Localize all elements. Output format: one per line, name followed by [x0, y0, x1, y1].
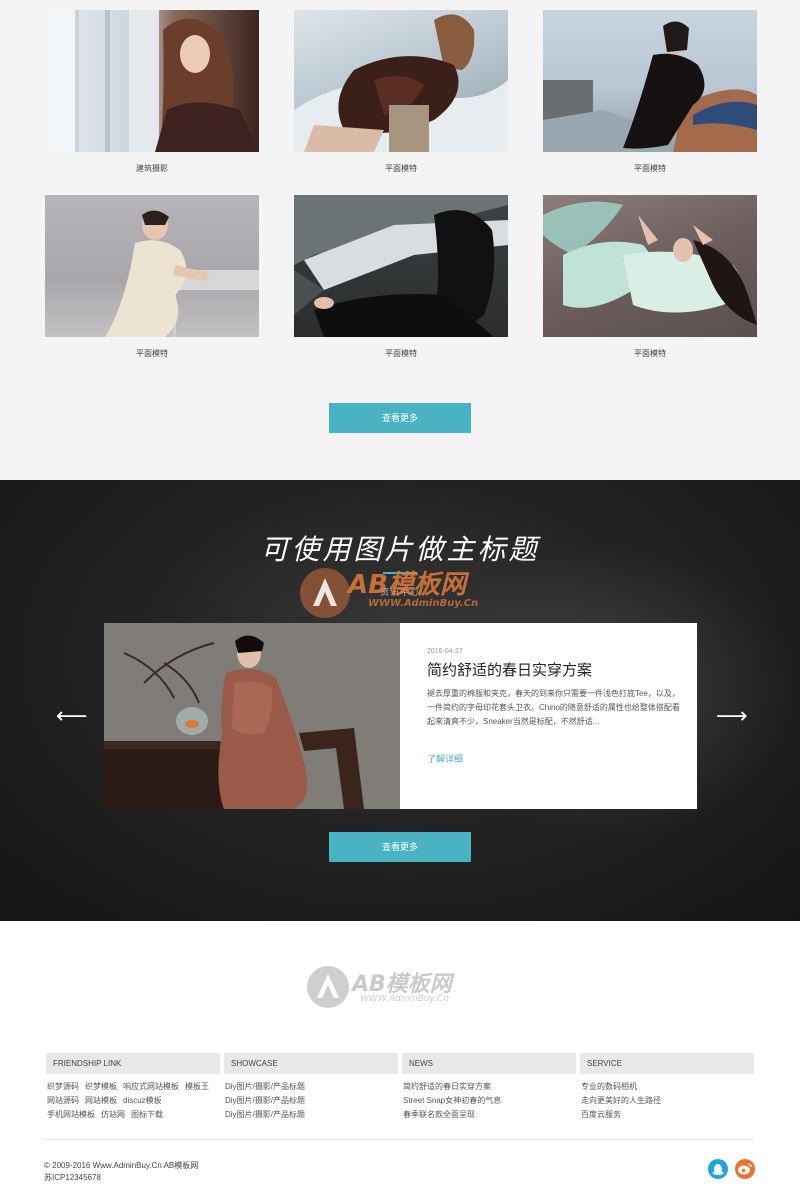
- site-footer: AB模板网 WWW.AdminBuy.Cn FRIENDSHIP LINK 织梦…: [0, 921, 800, 1203]
- column-heading: NEWS: [402, 1053, 576, 1074]
- gallery-card[interactable]: 平面模特: [45, 195, 259, 360]
- gallery-photo[interactable]: [45, 195, 259, 337]
- featured-section: 可使用图片做主标题 资讯中心 AB模板网 WWW.AdminBuy.Cn 201…: [0, 480, 800, 921]
- watermark-url: WWW.AdminBuy.Cn: [368, 598, 479, 609]
- gallery-photo[interactable]: [543, 10, 757, 152]
- watermark-emblem-icon: [300, 568, 350, 618]
- read-more-link[interactable]: 了解详细: [427, 752, 463, 765]
- icp-license[interactable]: 苏ICP12345678: [44, 1172, 198, 1184]
- column-links: 织梦源码 织梦模板 响应式网站模板 模板王网站源码 网站模板 discuz模板手机网站模板…: [46, 1074, 220, 1122]
- gallery-photo[interactable]: [45, 10, 259, 152]
- slide-image[interactable]: [104, 623, 400, 809]
- footer-link[interactable]: 走向更美好的人生路径: [581, 1094, 748, 1108]
- gallery-caption[interactable]: 平面模特: [543, 163, 757, 175]
- slide-date: 2016-04-27: [427, 648, 463, 655]
- gallery-card[interactable]: 平面模特: [543, 10, 757, 175]
- column-links: 专业的数码相机 走向更美好的人生路径 百度云服务: [580, 1074, 754, 1122]
- footer-link[interactable]: 春季联名款全面呈现: [403, 1108, 570, 1122]
- gallery-photo[interactable]: [543, 195, 757, 337]
- news-slide[interactable]: 2016-04-27 简约舒适的春日实穿方案 褪去厚重的棉服和夹克，春天的到来你…: [104, 623, 697, 809]
- model-photo-image: [105, 210, 259, 337]
- gallery-caption[interactable]: 平面模特: [543, 348, 757, 360]
- slide-prev-arrow-icon[interactable]: ⟵: [56, 705, 88, 727]
- column-links: 简约舒适的春日实穿方案 Street Snap女神初春的气息 春季联名款全面呈现: [402, 1074, 576, 1122]
- logo-emblem-icon: [307, 966, 349, 1008]
- watermark-text: AB模板网: [348, 570, 466, 600]
- model-photo-image: [45, 10, 259, 152]
- gallery-card[interactable]: 平面模特: [294, 10, 508, 175]
- gallery-section: 建筑摄影 平面模特 平面模特 平面模特 平面模特 平面模特 查看更多: [0, 0, 800, 480]
- column-links: Diy图片/摄影/产品标题 Diy图片/摄影/产品标题 Diy图片/摄影/产品标…: [224, 1074, 398, 1122]
- model-photo-image: [543, 201, 757, 325]
- copyright-text: © 2009-2016 Www.AdminBuy.Cn AB模板网: [44, 1161, 199, 1170]
- model-photo-image: [543, 21, 757, 152]
- model-photo-image: [104, 623, 400, 809]
- footer-link[interactable]: 仿站网: [101, 1108, 125, 1122]
- model-photo-image: [294, 195, 508, 337]
- footer-column-news: NEWS 简约舒适的春日实穿方案 Street Snap女神初春的气息 春季联名…: [402, 1053, 576, 1122]
- footer-link[interactable]: 网站源码: [47, 1094, 79, 1108]
- gallery-caption[interactable]: 平面模特: [294, 348, 508, 360]
- footer-link[interactable]: 响应式网站模板: [123, 1080, 179, 1094]
- footer-link[interactable]: Diy图片/摄影/产品标题: [225, 1080, 392, 1094]
- footer-link[interactable]: 网站模板: [85, 1094, 117, 1108]
- column-heading: FRIENDSHIP LINK: [46, 1053, 220, 1074]
- column-heading: SERVICE: [580, 1053, 754, 1074]
- copyright-block: © 2009-2016 Www.AdminBuy.Cn AB模板网 苏ICP12…: [44, 1160, 198, 1184]
- footer-link[interactable]: 图标下载: [131, 1108, 163, 1122]
- logo-url: WWW.AdminBuy.Cn: [360, 994, 450, 1004]
- footer-link[interactable]: Diy图片/摄影/产品标题: [225, 1108, 392, 1122]
- gallery-card[interactable]: 平面模特: [543, 195, 757, 360]
- slide-excerpt: 褪去厚重的棉服和夹克，春天的到来你只需要一件浅色打底Tee，以及，一件简约的字母…: [427, 689, 680, 726]
- footer-link[interactable]: 专业的数码相机: [581, 1080, 748, 1094]
- footer-link[interactable]: 百度云服务: [581, 1108, 748, 1122]
- footer-link[interactable]: 织梦源码: [47, 1080, 79, 1094]
- footer-column-showcase: SHOWCASE Diy图片/摄影/产品标题 Diy图片/摄影/产品标题 Diy…: [224, 1053, 398, 1122]
- view-more-button[interactable]: 查看更多: [329, 403, 471, 433]
- weibo-icon[interactable]: [735, 1159, 755, 1179]
- model-photo-image: [294, 14, 508, 152]
- gallery-card[interactable]: 建筑摄影: [45, 10, 259, 175]
- watermark-logo: AB模板网 WWW.AdminBuy.Cn: [298, 562, 538, 632]
- gallery-caption[interactable]: 平面模特: [45, 348, 259, 360]
- gallery-caption[interactable]: 平面模特: [294, 163, 508, 175]
- footer-divider: [44, 1139, 754, 1140]
- footer-link[interactable]: 简约舒适的春日实穿方案: [403, 1080, 570, 1094]
- footer-column-friendship: FRIENDSHIP LINK 织梦源码 织梦模板 响应式网站模板 模板王网站源码 网站…: [46, 1053, 220, 1122]
- footer-logo[interactable]: AB模板网 WWW.AdminBuy.Cn: [306, 964, 496, 1010]
- gallery-caption[interactable]: 建筑摄影: [45, 163, 259, 175]
- column-heading: SHOWCASE: [224, 1053, 398, 1074]
- footer-link[interactable]: discuz模板: [123, 1094, 162, 1108]
- footer-column-service: SERVICE 专业的数码相机 走向更美好的人生路径 百度云服务: [580, 1053, 754, 1122]
- footer-link[interactable]: 织梦模板: [85, 1080, 117, 1094]
- footer-link[interactable]: Diy图片/摄影/产品标题: [225, 1094, 392, 1108]
- gallery-card[interactable]: 平面模特: [294, 195, 508, 360]
- gallery-photo[interactable]: [294, 195, 508, 337]
- view-more-button[interactable]: 查看更多: [329, 832, 471, 862]
- qq-icon[interactable]: [708, 1159, 728, 1179]
- slide-title[interactable]: 简约舒适的春日实穿方案: [427, 659, 592, 680]
- footer-link[interactable]: 手机网站模板: [47, 1108, 95, 1122]
- gallery-photo[interactable]: [294, 10, 508, 152]
- slide-next-arrow-icon[interactable]: ⟶: [716, 705, 748, 727]
- footer-link[interactable]: Street Snap女神初春的气息: [403, 1094, 570, 1108]
- footer-link[interactable]: 模板王: [185, 1080, 209, 1094]
